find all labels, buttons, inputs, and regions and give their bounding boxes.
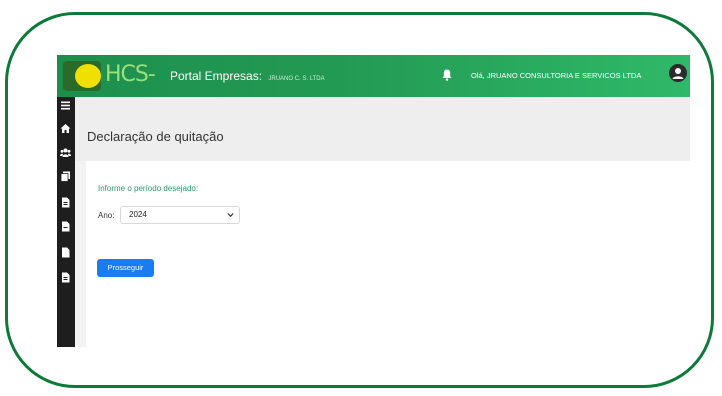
- logo-text: HCS-: [105, 62, 156, 87]
- user-avatar-icon[interactable]: [669, 64, 687, 82]
- year-select-value: 2024: [129, 210, 147, 219]
- file-icon[interactable]: [60, 221, 71, 232]
- portal-title-text: Portal Empresas:: [170, 69, 263, 83]
- form-card: Informe o período desejado: Ano: 2024 Pr…: [86, 161, 690, 347]
- proceed-button[interactable]: Prosseguir: [97, 259, 154, 277]
- logo-yellow-dot: [75, 64, 101, 88]
- menu-icon[interactable]: [60, 100, 71, 111]
- users-icon[interactable]: [60, 147, 71, 158]
- year-select[interactable]: 2024: [120, 206, 240, 224]
- user-greeting[interactable]: Olá, JRUANO CONSULTORIA E SERVICOS LTDA: [471, 70, 641, 82]
- period-label: Informe o período desejado:: [98, 184, 199, 193]
- top-bar: HCS- Portal Empresas: JRUANO C. S. LTDA …: [57, 55, 690, 97]
- file-icon[interactable]: [60, 247, 71, 258]
- page-header: Declaração de quitação: [75, 97, 690, 161]
- documents-icon[interactable]: [60, 171, 71, 182]
- year-label: Ano:: [98, 211, 115, 220]
- logo[interactable]: HCS-: [63, 59, 156, 93]
- chevron-down-icon: [227, 213, 234, 218]
- home-icon[interactable]: [60, 123, 71, 134]
- user-icon: [672, 68, 684, 79]
- page-title: Declaração de quitação: [87, 129, 224, 144]
- file-icon[interactable]: [60, 272, 71, 283]
- portal-title: Portal Empresas: JRUANO C. S. LTDA: [170, 68, 325, 87]
- bell-icon[interactable]: [442, 69, 452, 81]
- file-icon[interactable]: [60, 197, 71, 208]
- sidebar: [57, 97, 75, 347]
- company-short-name: JRUANO C. S. LTDA: [268, 76, 325, 82]
